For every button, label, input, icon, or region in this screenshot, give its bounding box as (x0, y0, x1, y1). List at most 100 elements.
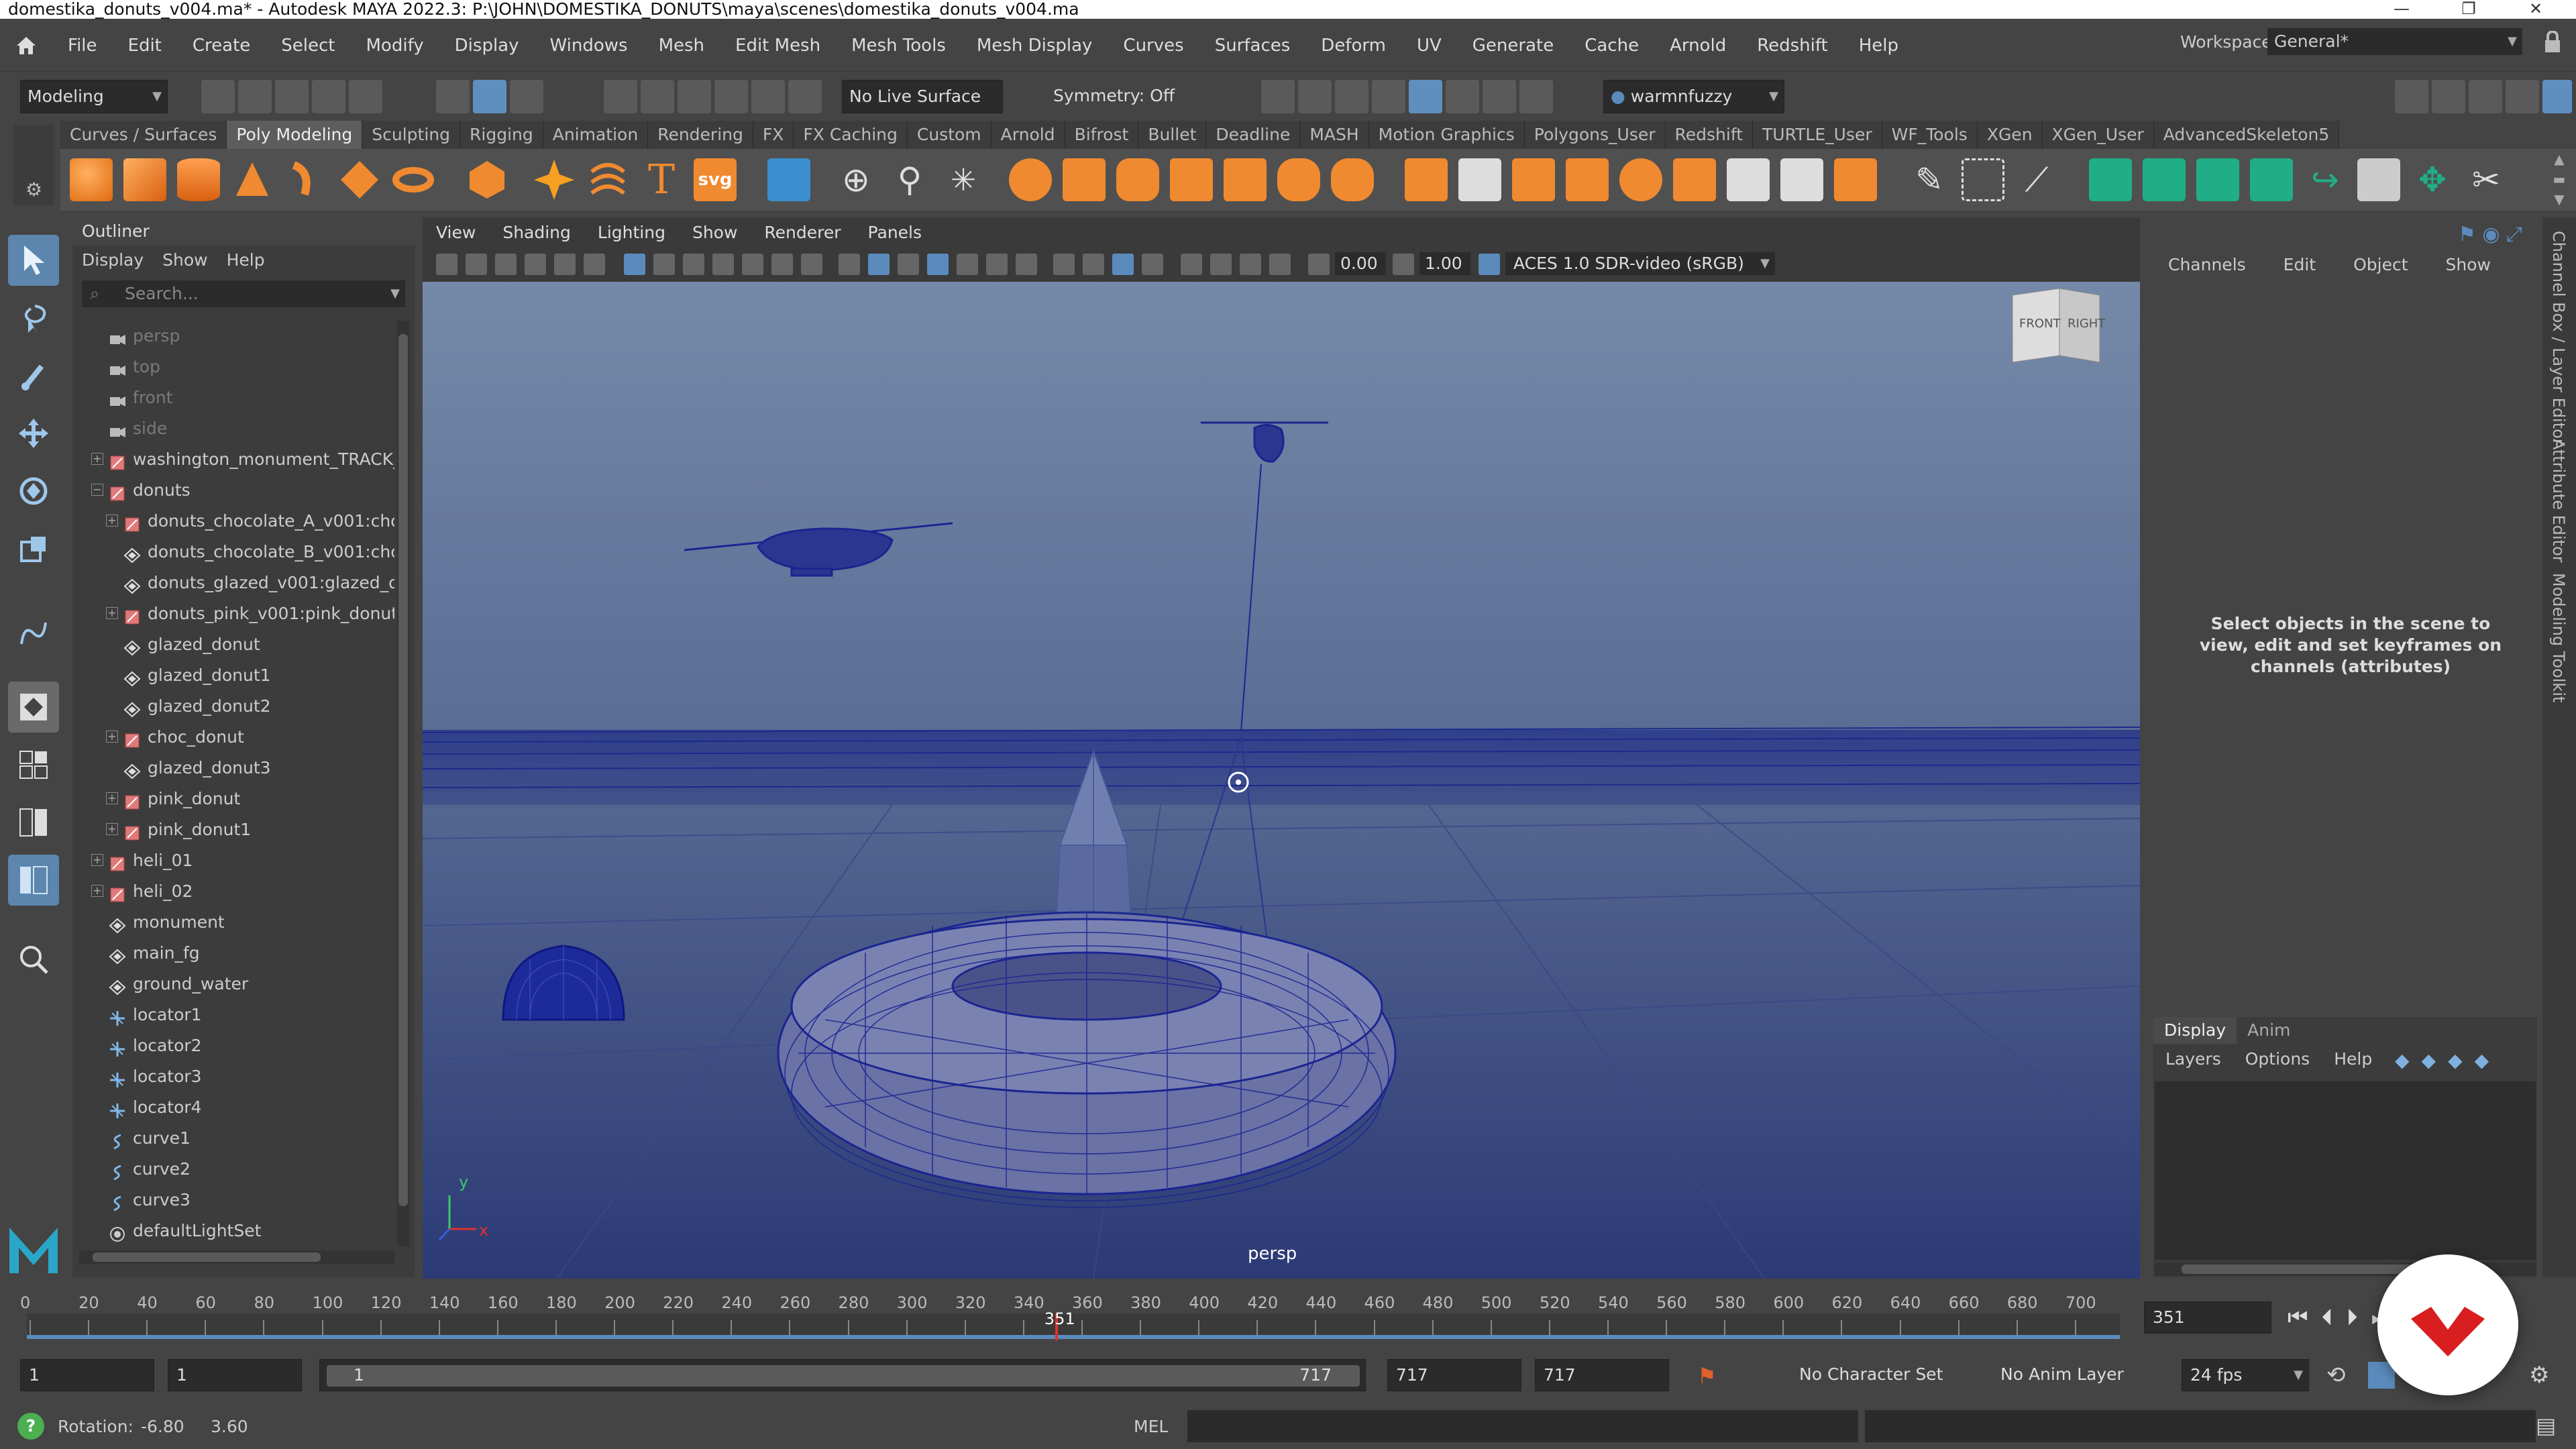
viewport-menu-show[interactable]: Show (679, 223, 751, 242)
start-frame-field[interactable]: 1 (20, 1359, 154, 1391)
outliner-item[interactable]: + washington_monument_TRACK_v (72, 444, 394, 474)
uv-automatic-icon[interactable] (2250, 158, 2293, 201)
sweep-mesh-icon[interactable] (586, 158, 629, 201)
outliner-item[interactable]: + heli_02 (72, 876, 394, 906)
tab-animation[interactable]: Animation (543, 121, 649, 149)
tool-settings-icon[interactable] (2506, 80, 2539, 113)
command-input[interactable] (1187, 1410, 1858, 1442)
default-material-icon[interactable] (898, 254, 919, 275)
snap-view-icon[interactable] (714, 80, 748, 113)
snap-point-icon[interactable] (678, 80, 711, 113)
layer-tab-display[interactable]: Display (2153, 1017, 2237, 1044)
tab-modeling-toolkit[interactable]: Modeling Toolkit (2549, 573, 2568, 702)
outliner-item[interactable]: monument (72, 907, 394, 937)
playback-start-field[interactable]: 1 (168, 1359, 302, 1391)
save-scene-icon[interactable] (275, 80, 309, 113)
pause-icon[interactable] (1519, 80, 1553, 113)
bool-intersection-icon[interactable] (1116, 158, 1159, 201)
menu-redshift[interactable]: Redshift (1741, 36, 1843, 56)
expand-icon[interactable]: + (106, 515, 118, 527)
rs-tools-icon[interactable] (1483, 80, 1516, 113)
anti-aliasing-icon[interactable] (1112, 254, 1134, 275)
view-cube-right[interactable]: RIGHT (2068, 317, 2105, 331)
viewport-canvas[interactable]: y x persp (423, 282, 2140, 1279)
open-scene-icon[interactable] (238, 80, 272, 113)
bool-difference-icon[interactable] (1063, 158, 1106, 201)
extrude-icon[interactable] (1405, 158, 1448, 201)
paint-select-tool-icon[interactable] (8, 350, 59, 401)
rotate-tool-icon[interactable] (8, 466, 59, 517)
tab-deadline[interactable]: Deadline (1206, 121, 1301, 149)
outliner-hscrollbar[interactable] (79, 1250, 394, 1264)
poly-torus-icon[interactable] (392, 158, 435, 201)
tab-fx-caching[interactable]: FX Caching (794, 121, 908, 149)
channel-menu-show[interactable]: Show (2427, 255, 2510, 274)
tab-poly-modeling[interactable]: Poly Modeling (227, 121, 363, 149)
combine-icon[interactable]: ⊕ (835, 158, 877, 201)
expand-icon[interactable]: + (106, 731, 118, 743)
svg-tool-icon[interactable]: svg (694, 158, 737, 201)
wedge-icon[interactable] (1727, 158, 1770, 201)
tab-redshift[interactable]: Redshift (1665, 121, 1754, 149)
channel-menu-edit[interactable]: Edit (2265, 255, 2334, 274)
gamma-field[interactable]: 1.00 (1419, 252, 1470, 275)
exposure-icon[interactable] (1308, 254, 1330, 275)
expand-icon[interactable]: + (91, 854, 103, 866)
merge-icon[interactable] (1780, 158, 1823, 201)
color-management-icon[interactable] (1479, 254, 1500, 275)
outliner-item[interactable]: top (72, 352, 394, 382)
menu-mesh[interactable]: Mesh (643, 36, 720, 56)
shelf-options[interactable]: ⚙ (13, 125, 54, 205)
outliner-item[interactable]: + pink_donut1 (72, 814, 394, 845)
modeling-toolkit-icon[interactable] (2395, 80, 2428, 113)
menu-select[interactable]: Select (266, 36, 350, 56)
viewport-menu-shading[interactable]: Shading (489, 223, 584, 242)
isolate-select-icon[interactable] (1181, 254, 1202, 275)
single-view-layout-icon[interactable] (8, 682, 59, 733)
anim-layer-dropdown[interactable]: No Anim Layer (1992, 1359, 2153, 1391)
safe-title-icon[interactable] (801, 254, 822, 275)
range-slider-bar[interactable]: 1 717 (319, 1359, 1366, 1391)
tab-bullet[interactable]: Bullet (1138, 121, 1207, 149)
menu-edit[interactable]: Edit (113, 36, 177, 56)
scrollbar-thumb[interactable] (93, 1252, 321, 1262)
select-object-icon[interactable] (473, 80, 506, 113)
menu-create[interactable]: Create (177, 36, 266, 56)
outliner-item[interactable]: curve1 (72, 1123, 394, 1153)
outliner-item[interactable]: locator3 (72, 1061, 394, 1091)
outliner-item[interactable]: ground_water (72, 969, 394, 999)
hypershade-icon[interactable] (1409, 80, 1442, 113)
depth-of-field-icon[interactable] (1142, 254, 1163, 275)
menu-arnold[interactable]: Arnold (1654, 36, 1741, 56)
reduce-icon[interactable] (1277, 158, 1320, 201)
snap-live-icon[interactable] (788, 80, 822, 113)
view-cube[interactable]: FRONT RIGHT (2006, 282, 2106, 373)
tab-xgen-user[interactable]: XGen_User (2042, 121, 2154, 149)
channel-menu-object[interactable]: Object (2334, 255, 2426, 274)
xray-icon[interactable] (1210, 254, 1232, 275)
quad-draw-icon[interactable]: ⟋ (2015, 158, 2058, 201)
layer-buttons-icon[interactable]: ◆◆◆◆ (2395, 1049, 2501, 1071)
menu-modify[interactable]: Modify (351, 36, 439, 56)
character-set-dropdown[interactable]: No Character Set (1791, 1359, 1966, 1391)
textured-icon[interactable] (957, 254, 978, 275)
outliner-item[interactable]: main_fg (72, 938, 394, 968)
workspace-dropdown[interactable]: General* ▼ (2267, 28, 2522, 55)
view-cube-front[interactable]: FRONT (2019, 317, 2061, 331)
menu-edit-mesh[interactable]: Edit Mesh (720, 36, 836, 56)
super-shape-icon[interactable] (533, 158, 576, 201)
2d-pan-icon[interactable] (554, 254, 576, 275)
layer-list[interactable] (2155, 1081, 2536, 1260)
menu-uv[interactable]: UV (1401, 36, 1457, 56)
screen-space-ao-icon[interactable] (1053, 254, 1075, 275)
uv-layout-icon[interactable]: ✥ (2411, 158, 2454, 201)
layer-menu-options[interactable]: Options (2233, 1049, 2322, 1069)
extract-icon[interactable] (1170, 158, 1213, 201)
outliner-menu-help[interactable]: Help (217, 250, 274, 270)
outliner-item[interactable]: curve2 (72, 1154, 394, 1184)
mirror-icon[interactable] (1224, 158, 1267, 201)
motion-blur-icon[interactable] (1083, 254, 1104, 275)
layer-menu-layers[interactable]: Layers (2153, 1049, 2233, 1069)
tab-attribute-editor[interactable]: Attribute Editor (2549, 439, 2568, 563)
outliner-item[interactable]: locator1 (72, 1000, 394, 1030)
